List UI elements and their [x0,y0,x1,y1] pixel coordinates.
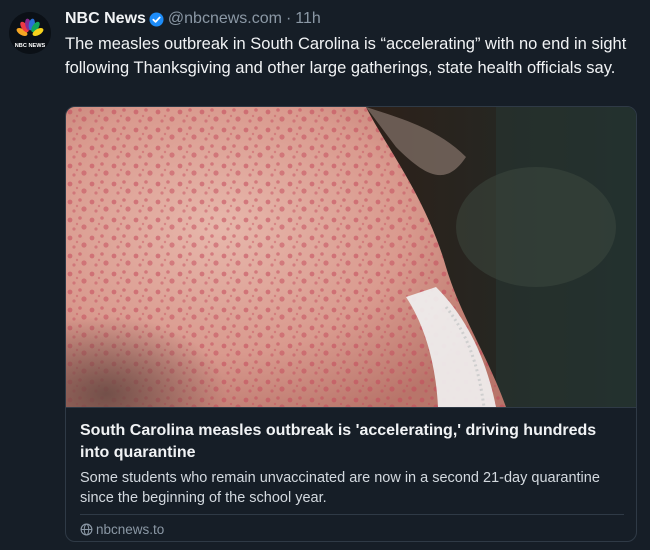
link-card-divider [80,514,624,515]
link-card-description: Some students who remain unvaccinated ar… [80,470,600,506]
link-card-domain-text: nbcnews.to [96,522,165,537]
link-card-body[interactable]: South Carolina measles outbreak is 'acce… [66,407,636,537]
link-card-image[interactable] [66,107,636,407]
post[interactable]: NBC NEWS NBC News @nbcnews.com · 11h The… [0,0,650,550]
handle[interactable]: @nbcnews.com [168,10,282,28]
separator-dot: · [285,10,292,27]
link-card-title[interactable]: South Carolina measles outbreak is 'acce… [80,420,625,464]
globe-icon [80,523,93,536]
post-header: NBC News @nbcnews.com · 11h [65,8,640,30]
display-name[interactable]: NBC News [65,10,146,28]
avatar[interactable]: NBC NEWS [9,12,51,54]
nbc-peacock-icon: NBC NEWS [9,12,51,54]
timestamp[interactable]: 11h [295,10,321,28]
link-card[interactable]: South Carolina measles outbreak is 'acce… [65,106,637,542]
photo-neck-rash-icon [66,107,636,407]
svg-text:NBC NEWS: NBC NEWS [15,43,46,49]
verified-badge-icon [149,11,164,27]
post-text: The measles outbreak in South Carolina i… [65,35,627,77]
link-card-domain[interactable]: nbcnews.to [80,522,164,537]
